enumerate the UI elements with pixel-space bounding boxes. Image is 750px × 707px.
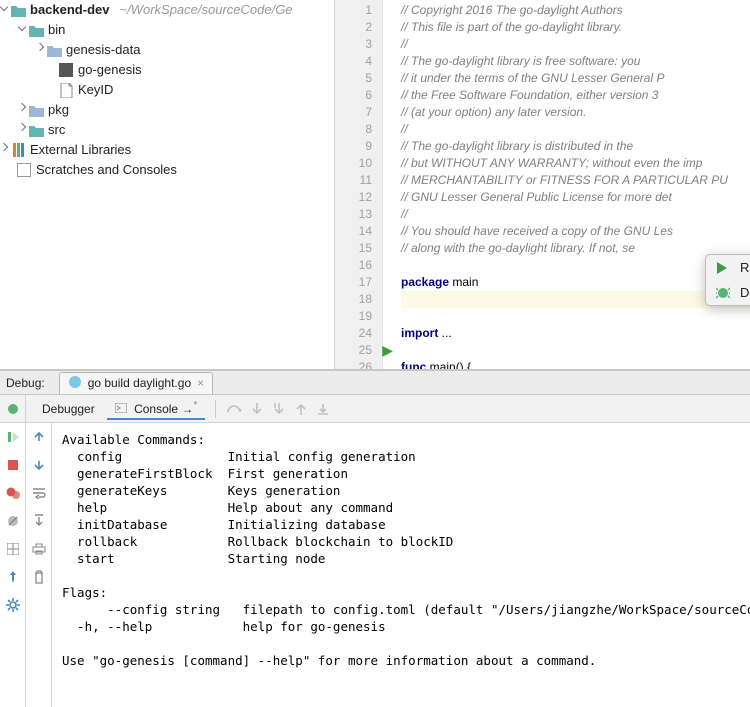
resume-icon[interactable]	[5, 429, 21, 445]
clear-icon[interactable]	[31, 569, 47, 585]
run-to-cursor-icon[interactable]	[314, 400, 332, 418]
layout-icon[interactable]	[5, 541, 21, 557]
step-over-icon[interactable]	[226, 400, 244, 418]
bug-icon	[716, 287, 732, 299]
project-root-path: ~/WorkSpace/sourceCode/Ge	[115, 0, 296, 21]
tree-item-src[interactable]: src	[48, 120, 65, 140]
debug-menu-label: Debug 'go build daylight.go...'	[740, 285, 750, 300]
tree-item-scratches[interactable]: Scratches and Consoles	[36, 160, 177, 180]
folder-icon	[46, 42, 62, 58]
tree-item-go-genesis[interactable]: go-genesis	[78, 60, 142, 80]
stop-icon[interactable]	[5, 457, 21, 473]
chevron-right-icon[interactable]	[18, 123, 26, 131]
chevron-right-icon[interactable]	[18, 103, 26, 111]
chevron-down-icon[interactable]	[18, 23, 26, 31]
down-icon[interactable]	[31, 457, 47, 473]
tree-item-external-libraries[interactable]: External Libraries	[30, 140, 131, 160]
debugger-tab[interactable]: Debugger	[34, 400, 103, 418]
tree-item-genesis-data[interactable]: genesis-data	[66, 40, 140, 60]
project-tree[interactable]: backend-dev ~/WorkSpace/sourceCode/Ge bi…	[0, 0, 335, 369]
close-icon[interactable]: ×	[197, 376, 204, 390]
project-root-label[interactable]: backend-dev	[30, 0, 109, 20]
code-editor[interactable]: 1 2 3 4 5 6 7 8 9 10 11 12 13 14 15 16 1…	[335, 0, 750, 369]
force-step-into-icon[interactable]	[270, 400, 288, 418]
settings-icon[interactable]	[5, 597, 21, 613]
console-icon	[115, 402, 130, 416]
folder-icon	[10, 2, 26, 18]
tree-item-bin[interactable]: bin	[48, 20, 65, 40]
go-file-icon	[68, 375, 82, 392]
debug-menu-item[interactable]: Debug 'go build daylight.go...' ^⇧D	[706, 280, 750, 305]
editor-gutter[interactable]: 1 2 3 4 5 6 7 8 9 10 11 12 13 14 15 16 1…	[335, 0, 383, 369]
run-config-label: go build daylight.go	[88, 376, 191, 390]
debug-tool-window[interactable]: Debug: go build daylight.go × Debugger C…	[0, 370, 750, 707]
run-config-tab[interactable]: go build daylight.go ×	[59, 372, 213, 394]
debug-header: Debug: go build daylight.go ×	[0, 371, 750, 395]
print-icon[interactable]	[31, 541, 47, 557]
file-icon	[58, 82, 74, 98]
step-out-icon[interactable]	[292, 400, 310, 418]
debug-rerun-button[interactable]	[0, 395, 26, 422]
chevron-right-icon[interactable]	[36, 43, 44, 51]
step-into-icon[interactable]	[248, 400, 266, 418]
run-gutter-icon[interactable]: ▶	[382, 342, 393, 359]
scroll-to-end-icon[interactable]	[31, 513, 47, 529]
debug-left-rail-2	[26, 423, 52, 707]
libraries-icon	[10, 142, 26, 158]
chevron-right-icon[interactable]	[0, 143, 8, 151]
scratches-icon	[16, 162, 32, 178]
play-icon	[716, 262, 732, 274]
chevron-down-icon[interactable]	[0, 3, 8, 11]
console-output[interactable]: Available Commands: config Initial confi…	[52, 423, 750, 707]
code-area[interactable]: // Copyright 2016 The go-daylight Author…	[383, 0, 750, 369]
mute-breakpoints-icon[interactable]	[5, 513, 21, 529]
tree-item-keyid[interactable]: KeyID	[78, 80, 113, 100]
debug-left-rail-1	[0, 423, 26, 707]
view-breakpoints-icon[interactable]	[5, 485, 21, 501]
folder-icon	[28, 22, 44, 38]
run-menu-label: Run 'go build daylight.go...'	[740, 260, 750, 275]
console-tab[interactable]: Console →*	[107, 398, 206, 420]
folder-icon	[28, 102, 44, 118]
up-icon[interactable]	[31, 429, 47, 445]
tree-item-pkg[interactable]: pkg	[48, 100, 69, 120]
run-context-menu[interactable]: Run 'go build daylight.go...' ^⇧R Debug …	[705, 254, 750, 306]
folder-icon	[28, 122, 44, 138]
run-menu-item[interactable]: Run 'go build daylight.go...' ^⇧R	[706, 255, 750, 280]
binary-file-icon	[58, 62, 74, 78]
pin-icon[interactable]	[5, 569, 21, 585]
soft-wrap-icon[interactable]	[31, 485, 47, 501]
debug-title: Debug:	[6, 376, 45, 390]
